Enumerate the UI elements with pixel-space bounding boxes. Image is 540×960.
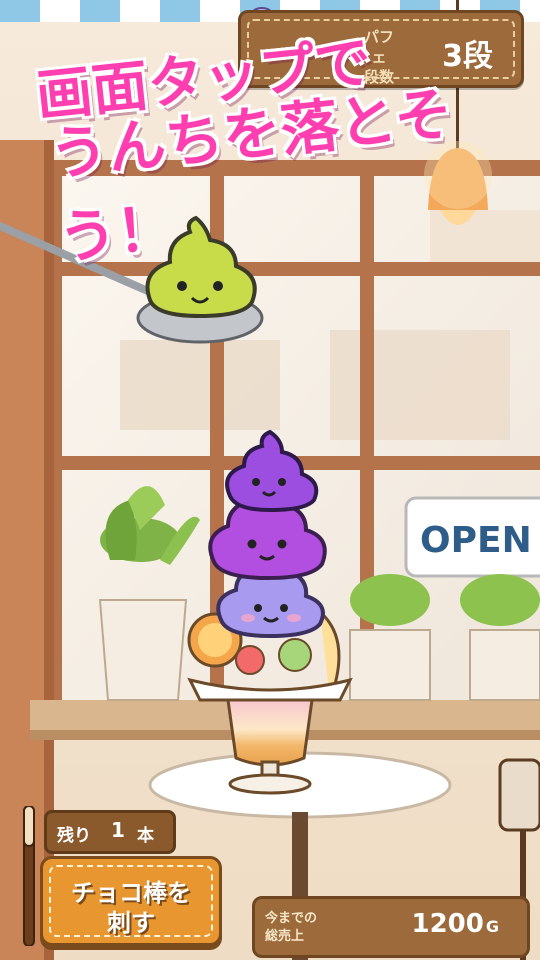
remaining-label: 残り [57,826,91,846]
sales-caption-1: 今までの [265,911,318,926]
sales-value: 1200 G [411,909,499,939]
open-sign: OPEN [404,496,540,578]
tier-label: パフェ 段数 [363,28,394,86]
tier-count: 3段 [442,39,493,74]
sales-caption-2: 総売上 [265,929,305,944]
total-sales-panel: 今までの 総売上 1200 G [252,896,530,958]
chocolate-stick-icon [23,806,35,946]
remaining-count: 1 [111,818,125,842]
button-label-line-2: 刺す [107,909,155,937]
open-sign-text: OPEN [420,520,532,561]
insert-choco-stick-button[interactable]: チョコ棒を 刺す [40,856,222,946]
remaining-sticks-panel: 残り 1 本 [44,810,176,854]
remaining-unit: 本 [137,826,154,846]
parfait-tier-panel: パフェ 段数 3段 [238,10,524,88]
